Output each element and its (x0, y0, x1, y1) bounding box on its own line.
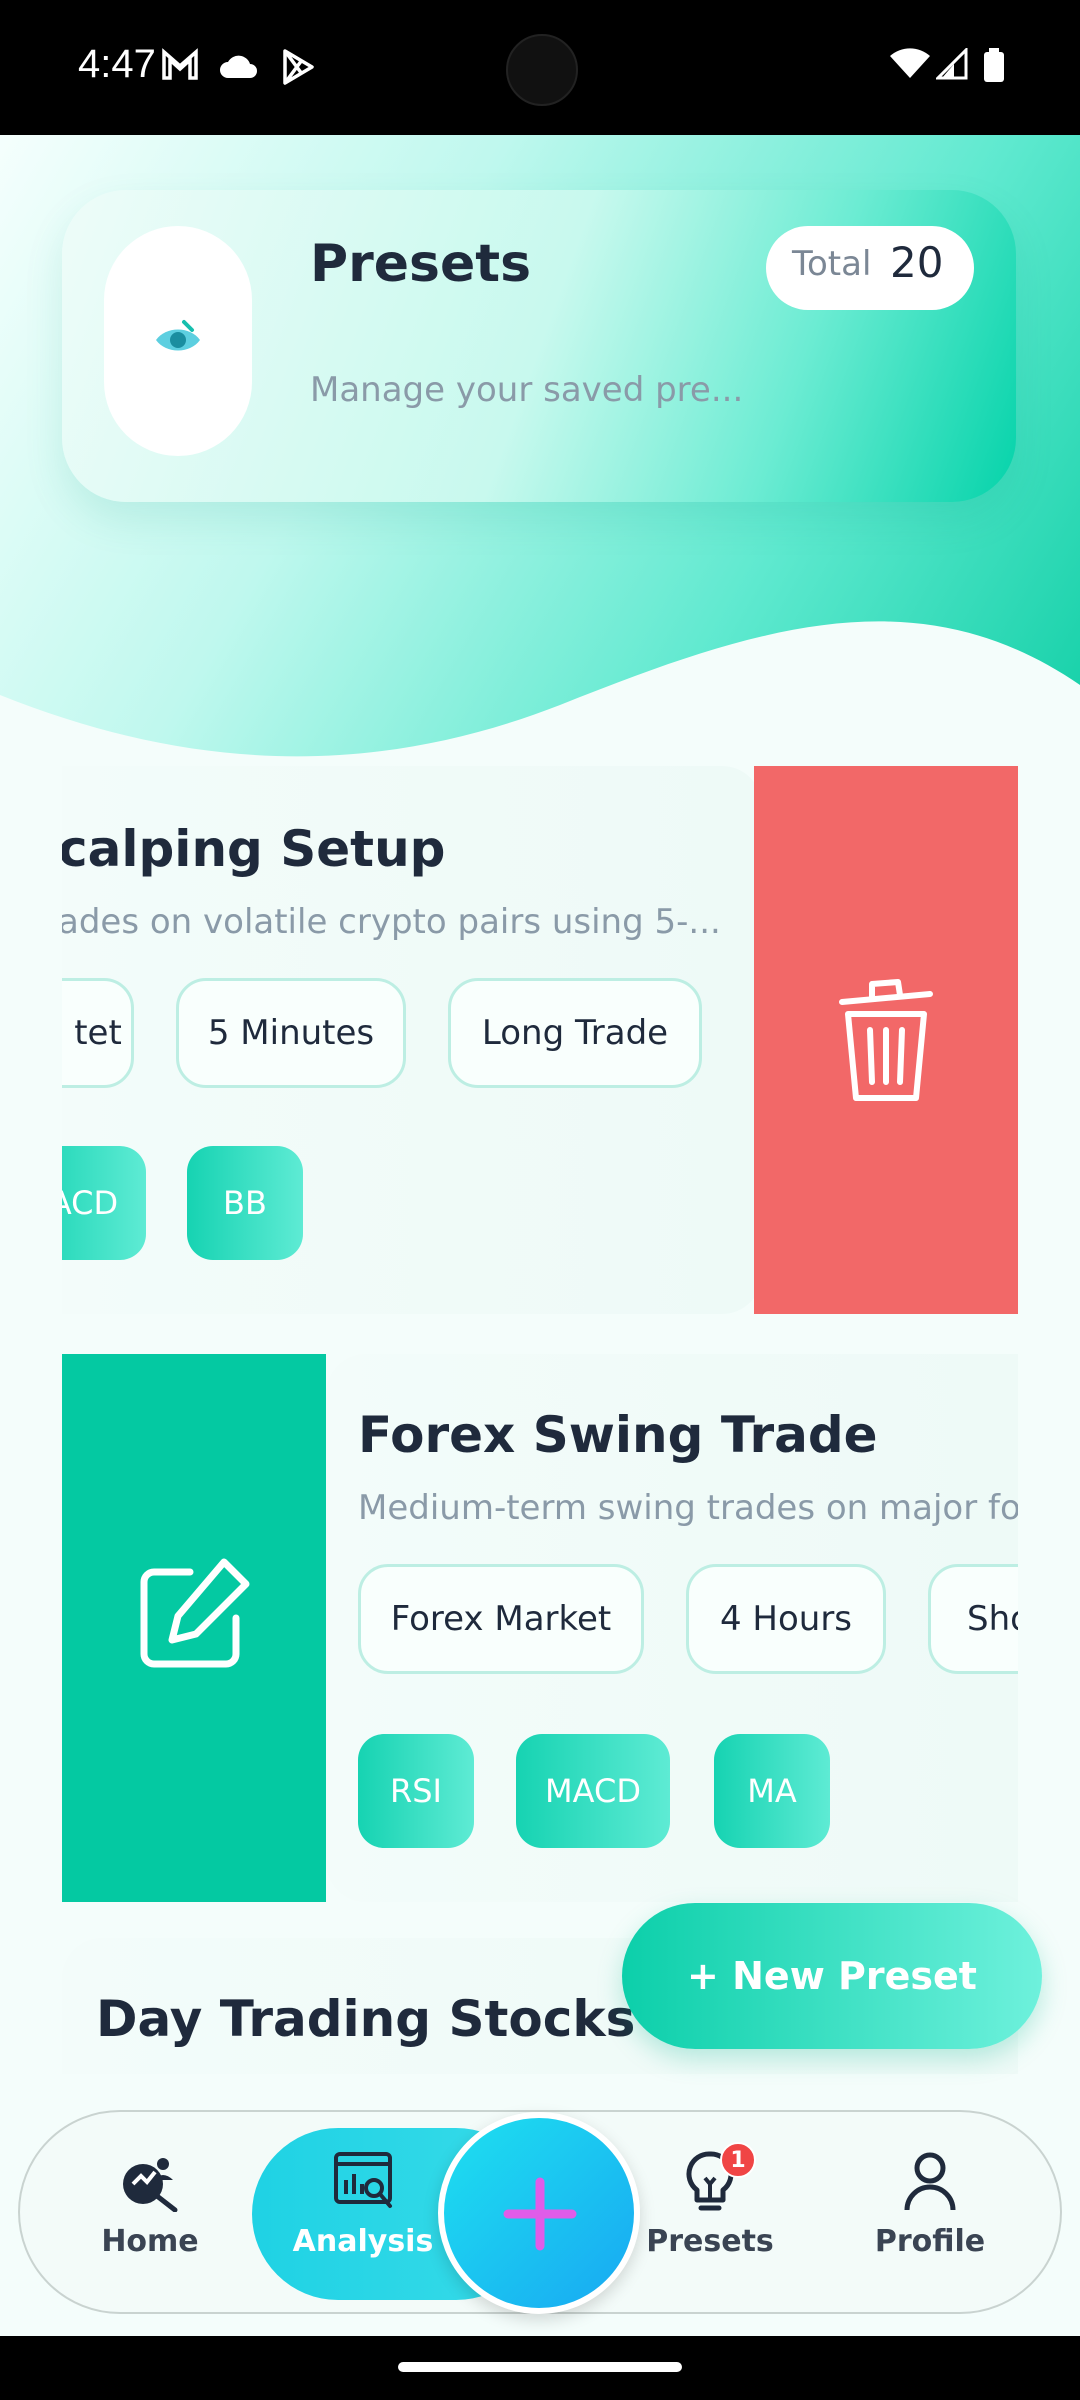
wifi-icon (890, 48, 930, 78)
nav-profile[interactable]: Profile (860, 2150, 1000, 2259)
tag-trade-type: Sho (928, 1564, 1018, 1674)
page-title: Presets (310, 234, 532, 294)
front-camera (506, 34, 578, 106)
nav-label: Profile (874, 2224, 986, 2259)
delete-action[interactable] (754, 766, 1018, 1314)
preset-card-2[interactable]: Forex Swing Trade Medium-term swing trad… (326, 1354, 1018, 1902)
preset-description: Medium-term swing trades on major fo (358, 1488, 1018, 1528)
gmail-icon (162, 48, 198, 80)
total-value: 20 (890, 238, 944, 287)
tag-market: tet (62, 978, 134, 1088)
play-store-icon (283, 49, 314, 85)
edit-icon (140, 1558, 250, 1668)
total-label: Total (792, 244, 872, 284)
tag-trade-type: Long Trade (448, 978, 702, 1088)
indicator-chip: RSI (358, 1734, 474, 1848)
preset-name: Forex Swing Trade (358, 1406, 878, 1464)
nav-home[interactable]: Home (90, 2150, 210, 2259)
tag-timeframe: 4 Hours (686, 1564, 886, 1674)
profile-icon (904, 2152, 956, 2211)
status-time: 4:47 (78, 42, 156, 86)
home-analytics-icon (123, 2158, 178, 2213)
tag-market: Forex Market (358, 1564, 644, 1674)
eye-icon (156, 320, 200, 351)
preset-card-1[interactable]: calping Setup ades on volatile crypto pa… (62, 766, 762, 1314)
indicator-chip: BB (187, 1146, 303, 1260)
plus-icon (503, 2177, 577, 2251)
signal-icon (936, 48, 968, 80)
preset-name: calping Setup (62, 820, 446, 878)
battery-icon (984, 48, 1004, 82)
indicator-chip: MACD (516, 1734, 670, 1848)
trash-icon (839, 979, 933, 1101)
preset-name: Day Trading Stocks (96, 1990, 636, 2048)
page-subtitle: Manage your saved pre... (310, 370, 744, 410)
home-indicator[interactable] (398, 2362, 682, 2372)
tag-timeframe: 5 Minutes (176, 978, 406, 1088)
edit-action[interactable] (62, 1354, 326, 1902)
indicator-chip: ACD (62, 1146, 146, 1260)
indicator-chip: MA (714, 1734, 830, 1848)
nav-label: Home (101, 2224, 199, 2259)
cloud-icon (220, 55, 257, 78)
analysis-icon (334, 2152, 392, 2208)
nav-presets[interactable]: Presets (640, 2150, 780, 2259)
nav-analysis[interactable]: Analysis (288, 2150, 438, 2259)
nav-label: Presets (646, 2224, 774, 2259)
add-fab[interactable] (438, 2112, 640, 2314)
status-bar: 4:47 (0, 0, 1080, 135)
new-preset-button[interactable]: + New Preset (622, 1903, 1042, 2049)
preset-description: ades on volatile crypto pairs using 5-..… (62, 902, 721, 942)
notification-badge: 1 (720, 2142, 756, 2178)
nav-label: Analysis (292, 2224, 434, 2259)
eye-avatar (104, 226, 252, 456)
